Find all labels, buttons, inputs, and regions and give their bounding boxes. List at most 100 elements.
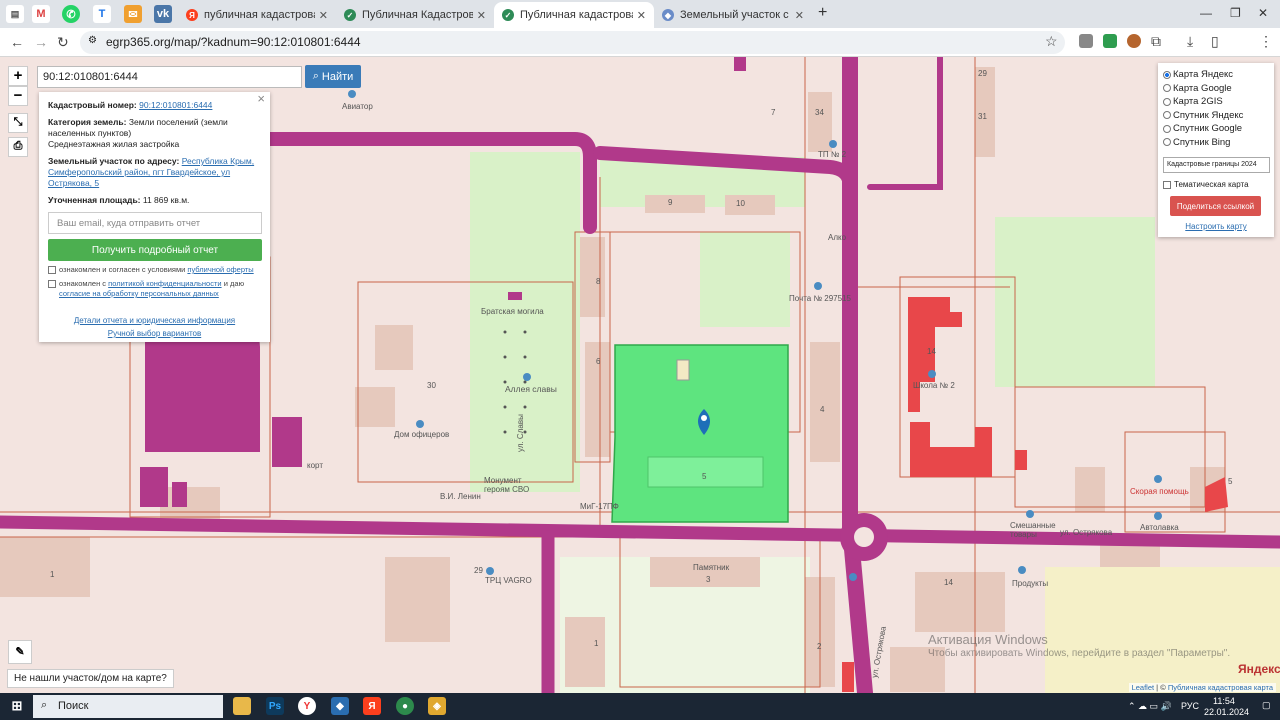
house-number: 30 <box>427 381 436 390</box>
consent-text: ознакомлен и согласен с условиями <box>59 265 186 274</box>
ruler-icon[interactable]: ✎ <box>8 640 32 664</box>
layer-option-google-map[interactable]: Карта Google <box>1163 82 1269 96</box>
taskbar-search[interactable]: ⌕ Поиск <box>33 695 223 718</box>
layer-label: Карта Google <box>1173 82 1232 94</box>
tray-icons[interactable]: ⌃ ☁ ▭ 🔊 <box>1128 701 1172 712</box>
back-icon[interactable]: ← <box>10 34 24 50</box>
data-consent-link[interactable]: согласие на обработку персональных данны… <box>59 289 219 298</box>
email-field[interactable]: Ваш email, куда отправить отчет <box>48 212 262 234</box>
house-number: 31 <box>978 112 987 121</box>
t-icon[interactable]: T <box>93 5 111 23</box>
kadastr-layer-select[interactable]: Кадастровые границы 2024 <box>1163 157 1270 173</box>
photoshop-icon[interactable]: Ps <box>266 697 284 715</box>
vk-icon[interactable]: vk <box>154 5 172 23</box>
extension-icon-3[interactable] <box>1127 34 1141 48</box>
close-window-icon[interactable]: ✕ <box>1258 6 1268 20</box>
minimize-icon[interactable]: — <box>1200 6 1212 20</box>
leaflet-link[interactable]: Leaflet <box>1132 683 1155 692</box>
thematic-map-toggle[interactable]: Тематическая карта <box>1163 180 1269 189</box>
bookmark-star-icon[interactable]: ☆ <box>1045 33 1058 50</box>
share-link-button[interactable]: Поделиться ссылкой <box>1170 196 1261 216</box>
checkbox[interactable] <box>1163 180 1171 189</box>
close-icon[interactable]: ✕ <box>319 9 328 22</box>
clock-date[interactable]: 22.01.2024 <box>1204 707 1249 717</box>
configure-map-link[interactable]: Настроить карту <box>1163 222 1269 231</box>
tab-2[interactable]: ✓ Публичная Кадастровая карта ✕ <box>336 2 494 28</box>
new-tab-icon[interactable]: + <box>818 4 827 22</box>
file-explorer-icon[interactable] <box>233 697 251 715</box>
gmail-icon[interactable]: M <box>32 5 50 23</box>
shield-icon[interactable]: ◆ <box>331 697 349 715</box>
windows-taskbar: ⊞ ⌕ Поиск Ps Y ◆ Я ● ◈ ⌃ ☁ ▭ 🔊 РУС 11:54… <box>0 693 1280 720</box>
tab-3-active[interactable]: ✓ Публичная кадастровая карта ✕ <box>494 2 654 28</box>
layer-option-google-sat[interactable]: Спутник Google <box>1163 122 1269 136</box>
chrome-icon[interactable]: ● <box>396 697 414 715</box>
puzzle-icon[interactable]: ⧉ <box>1151 33 1161 50</box>
privacy-consent[interactable]: ознакомлен с политикой конфиденциальност… <box>48 279 261 299</box>
extension-icon-2[interactable] <box>1103 34 1117 48</box>
checkbox[interactable] <box>48 266 56 274</box>
radio-icon[interactable] <box>1163 138 1171 147</box>
whatsapp-icon[interactable]: ✆ <box>62 5 80 23</box>
layer-label: Спутник Яндекс <box>1173 109 1244 121</box>
radio-icon[interactable] <box>1163 84 1171 93</box>
address-row: Земельный участок по адресу: Республика … <box>48 156 261 189</box>
notification-icon[interactable]: ▢ <box>1262 700 1271 711</box>
layer-option-bing-sat[interactable]: Спутник Bing <box>1163 136 1269 150</box>
download-icon[interactable]: ⤓ <box>1187 33 1193 50</box>
close-icon[interactable]: ✕ <box>795 9 804 22</box>
radio-icon[interactable] <box>1163 97 1171 106</box>
layer-option-yandex-sat[interactable]: Спутник Яндекс <box>1163 109 1269 123</box>
area-label: Уточненная площадь: <box>48 195 141 205</box>
attribution-sep: | © <box>1154 683 1168 692</box>
tab-label: Земельный участок с кадастр <box>680 9 791 21</box>
site-info-icon[interactable]: ⚙ <box>88 35 97 46</box>
restore-icon[interactable]: ❐ <box>1230 6 1241 20</box>
measure-icon[interactable]: ⤡ <box>8 113 28 133</box>
close-icon[interactable]: ✕ <box>477 9 486 22</box>
radio-icon[interactable] <box>1163 124 1171 133</box>
radio-icon[interactable] <box>1163 111 1171 120</box>
menu-icon[interactable]: ⋮ <box>1259 33 1273 50</box>
close-icon[interactable]: × <box>257 92 265 105</box>
app-icon[interactable]: ◈ <box>428 697 446 715</box>
tab-strip-icon[interactable]: ▤ <box>6 5 24 23</box>
zoom-out-button[interactable]: − <box>8 86 28 106</box>
category-row: Категория земель: Земли поселений (земли… <box>48 117 261 139</box>
sidebar-icon[interactable]: ▯ <box>1211 33 1219 50</box>
radio-icon[interactable] <box>1163 70 1171 79</box>
extension-icon-1[interactable] <box>1079 34 1093 48</box>
print-icon[interactable]: ⎙ <box>8 137 28 157</box>
privacy-link[interactable]: политикой конфиденциальности <box>108 279 221 288</box>
zoom-in-button[interactable]: + <box>8 66 28 86</box>
checkbox[interactable] <box>48 280 56 288</box>
manual-select-link[interactable]: Ручной выбор вариантов <box>48 328 261 339</box>
cadastral-link[interactable]: 90:12:010801:6444 <box>139 100 212 110</box>
reload-icon[interactable]: ↻ <box>57 34 69 51</box>
clock-time[interactable]: 11:54 <box>1213 696 1235 706</box>
close-icon[interactable]: ✕ <box>637 9 646 22</box>
url-field[interactable]: ⚙ egrp365.org/map/?kadnum=90:12:010801:6… <box>80 31 1065 54</box>
offer-link[interactable]: публичной оферты <box>187 265 253 274</box>
offer-consent[interactable]: ознакомлен и согласен с условиями публич… <box>48 265 261 275</box>
get-report-button[interactable]: Получить подробный отчет <box>48 239 262 261</box>
tab-label: Публичная Кадастровая карта <box>362 9 473 21</box>
yandex-browser-icon[interactable]: Y <box>298 697 316 715</box>
source-link[interactable]: Публичная кадастровая карта <box>1168 683 1273 692</box>
layer-option-yandex-map[interactable]: Карта Яндекс <box>1163 68 1269 82</box>
mail-icon[interactable]: ✉ <box>124 5 142 23</box>
details-link[interactable]: Детали отчета и юридическая информация <box>48 315 261 326</box>
address-bar: ← → ↻ ⚙ egrp365.org/map/?kadnum=90:12:01… <box>0 28 1280 57</box>
windows-start-icon[interactable]: ⊞ <box>8 697 26 715</box>
layer-option-2gis-map[interactable]: Карта 2GIS <box>1163 95 1269 109</box>
tab-1[interactable]: Я публичная кадастровая карта ✕ <box>178 2 336 28</box>
house-number: 5 <box>702 472 707 481</box>
forward-icon[interactable]: → <box>34 34 48 50</box>
search-button[interactable]: ⌕ Найти <box>305 65 361 88</box>
cadastral-search-input[interactable]: 90:12:010801:6444 <box>37 66 302 88</box>
tab-4[interactable]: ◆ Земельный участок с кадастр ✕ <box>654 2 812 28</box>
map-area[interactable]: Авиатор ТП № 2 Почта № 297515 Алко Братс… <box>0 57 1280 693</box>
language-indicator[interactable]: РУС <box>1181 701 1199 711</box>
not-found-button[interactable]: Не нашли участок/дом на карте? <box>7 669 174 688</box>
yandex-icon[interactable]: Я <box>363 697 381 715</box>
